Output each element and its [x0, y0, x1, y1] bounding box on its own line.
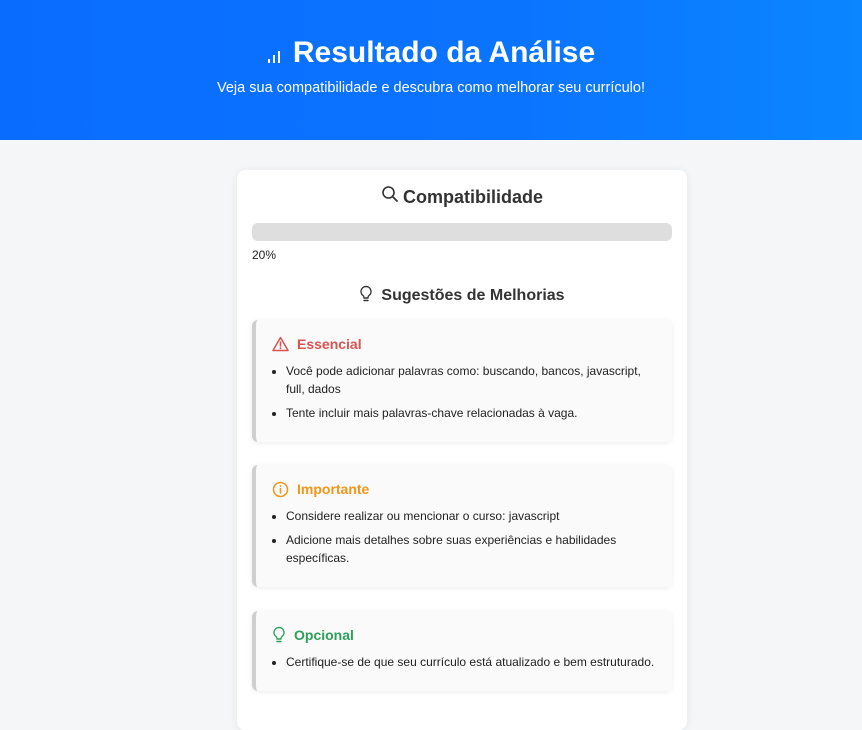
suggestion-group-label: Opcional	[294, 627, 354, 643]
header-title-row: Resultado da Análise	[0, 34, 862, 72]
suggestions-title-text: Sugestões de Melhorias	[381, 287, 565, 304]
suggestions-title: Sugestões de Melhorias	[237, 284, 687, 308]
compatibility-progress-bar	[252, 223, 672, 241]
suggestion-item: Certifique-se de que seu currículo está …	[286, 653, 656, 671]
page-title: Resultado da Análise	[292, 36, 596, 69]
chart-icon	[267, 51, 280, 63]
suggestion-group-header: Opcional	[272, 625, 656, 645]
suggestion-group-opcional: Opcional Certifique-se de que seu curríc…	[252, 611, 672, 691]
page-header: Resultado da Análise Veja sua compatibil…	[0, 0, 862, 140]
compatibility-progress-fill	[252, 223, 336, 241]
suggestion-group-label: Importante	[297, 481, 370, 497]
suggestion-item: Você pode adicionar palavras como: busca…	[286, 362, 656, 398]
suggestion-group-essencial: Essencial Você pode adicionar palavras c…	[252, 320, 672, 442]
suggestion-group-header: Importante	[272, 479, 656, 499]
suggestion-list: Você pode adicionar palavras como: busca…	[272, 362, 656, 422]
suggestion-list: Considere realizar ou mencionar o curso:…	[272, 507, 656, 567]
compatibility-title: Compatibilidade	[237, 184, 687, 210]
compatibility-title-text: Compatibilidade	[402, 187, 543, 207]
suggestion-group-importante: Importante Considere realizar ou mencion…	[252, 465, 672, 587]
lightbulb-icon	[273, 626, 285, 643]
info-icon	[272, 481, 289, 497]
suggestion-group-header: Essencial	[272, 334, 656, 354]
warning-icon	[272, 336, 289, 352]
lightbulb-icon	[360, 285, 373, 302]
compatibility-percent: 20%	[252, 248, 277, 262]
page-subtitle: Veja sua compatibilidade e descubra como…	[217, 80, 645, 96]
suggestion-group-label: Essencial	[297, 336, 362, 352]
suggestion-item: Adicione mais detalhes sobre suas experi…	[286, 531, 656, 567]
suggestion-item: Considere realizar ou mencionar o curso:…	[286, 507, 656, 525]
suggestion-list: Certifique-se de que seu currículo está …	[272, 653, 656, 671]
suggestion-item: Tente incluir mais palavras-chave relaci…	[286, 404, 656, 422]
result-card: Compatibilidade 20% Sugestões de Melhori…	[237, 170, 687, 730]
search-icon	[382, 186, 398, 202]
